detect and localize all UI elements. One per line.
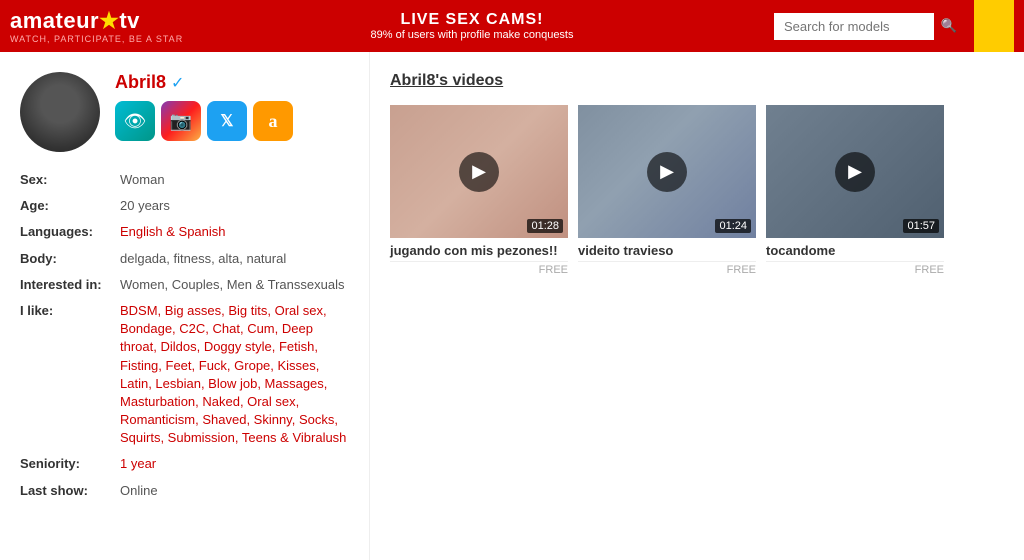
label-interested: Interested in: bbox=[20, 276, 120, 294]
profile-panel: Abril8 ✓ 👁 📷 𝕏 a Sex: Woman Age: 20 bbox=[0, 52, 370, 560]
profile-name: Abril8 bbox=[115, 72, 166, 93]
value-languages: English & Spanish bbox=[120, 223, 226, 241]
info-table: Sex: Woman Age: 20 years Languages: Engl… bbox=[20, 167, 349, 504]
info-row-lastshow: Last show: Online bbox=[20, 478, 349, 504]
verified-icon: ✓ bbox=[171, 73, 184, 93]
profile-right: Abril8 ✓ 👁 📷 𝕏 a bbox=[115, 72, 293, 141]
video-card-2[interactable]: ▶ 01:24 videito travieso FREE bbox=[578, 105, 756, 279]
value-lastshow: Online bbox=[120, 482, 158, 500]
value-age: 20 years bbox=[120, 197, 170, 215]
info-row-ilike: I like: BDSM, Big asses, Big tits, Oral … bbox=[20, 298, 349, 452]
play-button-3[interactable]: ▶ bbox=[835, 152, 875, 192]
play-button-1[interactable]: ▶ bbox=[459, 152, 499, 192]
video-thumbnail-3[interactable]: ▶ 01:57 bbox=[766, 105, 944, 238]
video-duration-3: 01:57 bbox=[903, 219, 939, 233]
main-content: Abril8 ✓ 👁 📷 𝕏 a Sex: Woman Age: 20 bbox=[0, 52, 1024, 560]
search-button[interactable]: 🔍 bbox=[934, 13, 964, 40]
label-age: Age: bbox=[20, 197, 120, 215]
label-seniority: Seniority: bbox=[20, 455, 120, 473]
info-row-languages: Languages: English & Spanish bbox=[20, 219, 349, 245]
videos-panel: Abril8's videos ▶ 01:28 jugando con mis … bbox=[370, 52, 1024, 560]
video-title-3: tocandome bbox=[766, 243, 944, 258]
live-cams-subtitle: 89% of users with profile make conquests bbox=[190, 29, 754, 41]
video-info-3: tocandome FREE bbox=[766, 238, 944, 279]
video-free-badge-3: FREE bbox=[766, 261, 944, 276]
info-row-age: Age: 20 years bbox=[20, 193, 349, 219]
info-row-body: Body: delgada, fitness, alta, natural bbox=[20, 246, 349, 272]
video-thumbnail-2[interactable]: ▶ 01:24 bbox=[578, 105, 756, 238]
label-languages: Languages: bbox=[20, 223, 120, 241]
value-ilike: BDSM, Big asses, Big tits, Oral sex, Bon… bbox=[120, 302, 349, 448]
avatar bbox=[20, 72, 100, 152]
search-input-wrap: 🔍 bbox=[774, 13, 964, 40]
value-sex: Woman bbox=[120, 171, 165, 189]
video-title-2: videito travieso bbox=[578, 243, 756, 258]
video-free-badge-1: FREE bbox=[390, 261, 568, 276]
video-info-2: videito travieso FREE bbox=[578, 238, 756, 279]
video-title-1: jugando con mis pezones!! bbox=[390, 243, 568, 258]
video-card-3[interactable]: ▶ 01:57 tocandome FREE bbox=[766, 105, 944, 279]
social-icons: 👁 📷 𝕏 a bbox=[115, 101, 293, 141]
twitter-social-button[interactable]: 𝕏 bbox=[207, 101, 247, 141]
info-row-sex: Sex: Woman bbox=[20, 167, 349, 193]
avatar-silhouette bbox=[20, 72, 100, 152]
video-thumbnail-1[interactable]: ▶ 01:28 bbox=[390, 105, 568, 238]
videos-section-title: Abril8's videos bbox=[390, 72, 1004, 90]
play-button-2[interactable]: ▶ bbox=[647, 152, 687, 192]
search-area: 🔍 bbox=[774, 13, 964, 40]
logo-subtitle: WATCH, PARTICIPATE, BE A STAR bbox=[10, 34, 190, 44]
label-sex: Sex: bbox=[20, 171, 120, 189]
video-info-1: jugando con mis pezones!! FREE bbox=[390, 238, 568, 279]
video-duration-1: 01:28 bbox=[527, 219, 563, 233]
instagram-social-button[interactable]: 📷 bbox=[161, 101, 201, 141]
live-cams-title: LIVE SEX CAMS! bbox=[190, 11, 754, 29]
profile-top: Abril8 ✓ 👁 📷 𝕏 a bbox=[20, 72, 349, 152]
value-interested: Women, Couples, Men & Transsexuals bbox=[120, 276, 344, 294]
value-body: delgada, fitness, alta, natural bbox=[120, 250, 286, 268]
video-card-1[interactable]: ▶ 01:28 jugando con mis pezones!! FREE bbox=[390, 105, 568, 279]
yellow-box bbox=[974, 0, 1014, 52]
value-seniority: 1 year bbox=[120, 455, 156, 473]
amazon-social-button[interactable]: a bbox=[253, 101, 293, 141]
logo-star: ★ bbox=[99, 8, 119, 33]
live-cams-banner: LIVE SEX CAMS! 89% of users with profile… bbox=[190, 11, 754, 41]
profile-name-row: Abril8 ✓ bbox=[115, 72, 293, 93]
label-ilike: I like: bbox=[20, 302, 120, 448]
video-duration-2: 01:24 bbox=[715, 219, 751, 233]
eye-social-button[interactable]: 👁 bbox=[115, 101, 155, 141]
info-row-interested: Interested in: Women, Couples, Men & Tra… bbox=[20, 272, 349, 298]
logo-title[interactable]: amateur★tv bbox=[10, 8, 190, 34]
label-lastshow: Last show: bbox=[20, 482, 120, 500]
header: amateur★tv WATCH, PARTICIPATE, BE A STAR… bbox=[0, 0, 1024, 52]
videos-grid: ▶ 01:28 jugando con mis pezones!! FREE ▶… bbox=[390, 105, 1004, 279]
video-free-badge-2: FREE bbox=[578, 261, 756, 276]
info-row-seniority: Seniority: 1 year bbox=[20, 451, 349, 477]
logo-area: amateur★tv WATCH, PARTICIPATE, BE A STAR bbox=[10, 8, 190, 44]
label-body: Body: bbox=[20, 250, 120, 268]
